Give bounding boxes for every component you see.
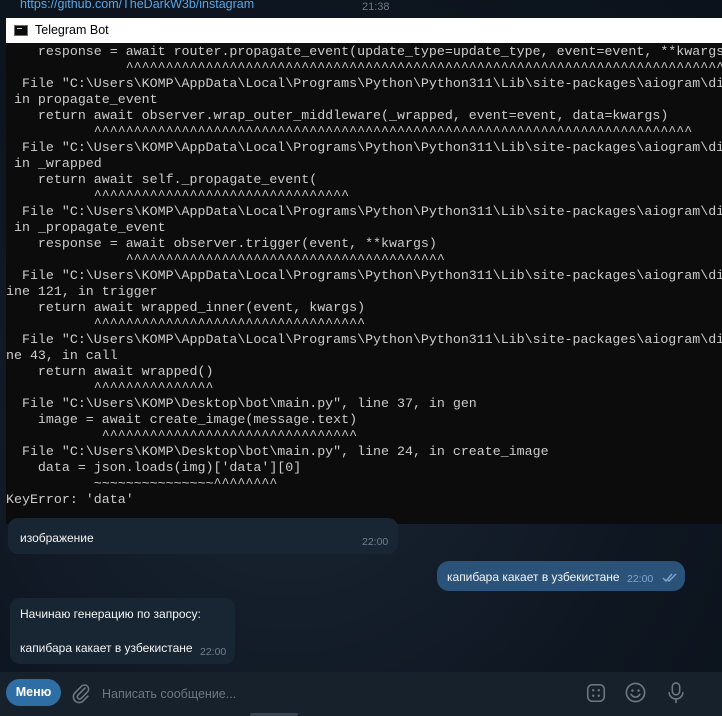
message-text: изображение	[20, 531, 94, 545]
bot-commands-icon[interactable]	[585, 682, 607, 704]
console-line: File "C:\Users\KOMP\Desktop\bot\main.py"…	[6, 444, 549, 459]
console-line: in _propagate_event	[6, 220, 166, 235]
message-text-line1: Начинаю генерацию по запросу:	[20, 607, 201, 621]
console-line: return await self._propagate_event(	[6, 172, 318, 187]
console-title: Telegram Bot	[35, 23, 109, 37]
message-input[interactable]	[100, 682, 544, 706]
console-line: File "C:\Users\KOMP\AppData\Local\Progra…	[6, 76, 722, 91]
message-time: 21:38	[362, 1, 390, 13]
console-line: File "C:\Users\KOMP\AppData\Local\Progra…	[6, 332, 722, 347]
menu-button[interactable]: Меню	[6, 679, 61, 706]
console-output: response = await router.propagate_event(…	[6, 44, 722, 524]
paperclip-icon[interactable]	[70, 682, 92, 704]
message-link[interactable]: https://github.com/TheDarkW3b/instagram	[20, 0, 254, 11]
message-time: 22:00	[200, 646, 227, 658]
console-line: ^^^^^^^^^^^^^^^^^^^^^^^^^^^^^^^^	[6, 428, 358, 443]
console-line: ine 121, in trigger	[6, 284, 158, 299]
message-text: капибара какает в узбекистане	[447, 570, 620, 584]
console-line: ^^^^^^^^^^^^^^^^^^^^^^^^^^^^^^^^^^^^^^^^…	[6, 124, 693, 139]
incoming-message-bubble[interactable]: Начинаю генерацию по запросу: капибара к…	[10, 598, 235, 664]
console-line: File "C:\Users\KOMP\Desktop\bot\main.py"…	[6, 396, 477, 411]
console-line: image = await create_image(message.text)	[6, 412, 358, 427]
console-line: ^^^^^^^^^^^^^^^^^^^^^^^^^^^^^^^^^^^^^^^^…	[6, 60, 722, 75]
console-line: ~~~~~~~~~~~~~~~^^^^^^^^	[6, 476, 278, 491]
console-titlebar[interactable]: Telegram Bot	[6, 18, 722, 43]
double-check-icon	[662, 573, 677, 583]
microphone-icon[interactable]	[665, 681, 687, 705]
console-line: File "C:\Users\KOMP\AppData\Local\Progra…	[6, 140, 722, 155]
console-line: KeyError: 'data'	[6, 492, 134, 507]
console-line: ne 43, in call	[6, 348, 118, 363]
console-line: response = await router.propagate_event(…	[6, 44, 722, 59]
console-line: return await observer.wrap_outer_middlew…	[6, 108, 669, 123]
outgoing-message-bubble[interactable]: капибара какает в узбекистане 22:00	[437, 561, 685, 591]
console-line: File "C:\Users\KOMP\AppData\Local\Progra…	[6, 268, 722, 283]
console-line: data = json.loads(img)['data'][0]	[6, 460, 302, 475]
message-time: 22:00	[362, 536, 389, 548]
incoming-message-bubble[interactable]: изображение 22:00	[8, 518, 398, 554]
console-line: return await wrapped()	[6, 364, 214, 379]
console-window[interactable]: Telegram Bot response = await router.pro…	[6, 18, 722, 524]
console-line: response = await observer.trigger(event,…	[6, 236, 437, 251]
previous-message-fragment: https://github.com/TheDarkW3b/instagram …	[0, 0, 722, 18]
console-line: ^^^^^^^^^^^^^^^^^^^^^^^^^^^^^^^^	[6, 188, 350, 203]
console-line: in propagate_event	[6, 92, 158, 107]
console-line: in _wrapped	[6, 156, 102, 171]
message-text-line2: капибара какает в узбекистане	[20, 641, 193, 655]
message-input-bar: Меню	[0, 672, 722, 716]
console-line: return await wrapped_inner(event, kwargs…	[6, 300, 366, 315]
console-line: File "C:\Users\KOMP\AppData\Local\Progra…	[6, 204, 722, 219]
console-line: ^^^^^^^^^^^^^^^^^^^^^^^^^^^^^^^^^^	[6, 316, 366, 331]
emoji-icon[interactable]	[624, 681, 647, 704]
console-line: ^^^^^^^^^^^^^^^	[6, 380, 214, 395]
console-app-icon	[14, 25, 28, 36]
message-time: 22:00	[627, 573, 654, 585]
console-line: ^^^^^^^^^^^^^^^^^^^^^^^^^^^^^^^^^^^^^^^^	[6, 252, 445, 267]
